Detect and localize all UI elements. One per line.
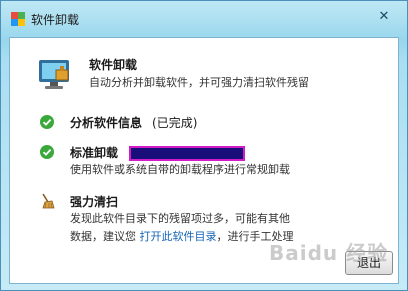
app-icon [11,12,25,26]
description-text-pre: 数据，建议您 [70,230,136,243]
uninstall-window: 软件卸载 ✕ 软件卸载 自动分析并卸载软件，并可强力清扫软件残留 分析软件信息 (… [0,0,408,291]
exit-button[interactable]: 退出 [345,251,393,275]
computer-uninstall-icon [39,60,69,89]
content-panel: 软件卸载 自动分析并卸载软件，并可强力清扫软件残留 分析软件信息 (已完成) 标准… [9,37,399,284]
step-force-clean-description-line2: 数据，建议您 打开此软件目录，进行手工处理 [70,228,294,246]
open-software-directory-link[interactable]: 打开此软件目录 [140,230,217,243]
title-bar[interactable]: 软件卸载 ✕ [1,1,407,37]
step-standard-title: 标准卸载 [70,146,119,160]
close-button[interactable]: ✕ [373,7,395,27]
window-title: 软件卸载 [31,13,80,27]
step-analyze-label: 分析软件信息 [70,116,143,130]
step-analyze-status: (已完成) [152,116,198,130]
broom-icon [42,193,55,209]
close-icon: ✕ [378,9,390,24]
step-force-clean-description-line1: 发现此软件目录下的残留项过多，可能有其他 [70,212,290,225]
check-icon [40,115,54,129]
description-text-post: ，进行手工处理 [216,230,294,243]
step-force-clean-title: 强力清扫 [70,195,119,209]
header-title: 软件卸载 [89,58,138,72]
header-description: 自动分析并卸载软件，并可强力清扫软件残留 [89,76,309,89]
standard-uninstall-progress-bar [129,146,245,161]
check-icon [40,145,54,159]
step-standard-description: 使用软件或系统自带的卸载程序进行常规卸载 [70,163,290,176]
step-analyze-title: 分析软件信息 (已完成) [70,114,197,131]
